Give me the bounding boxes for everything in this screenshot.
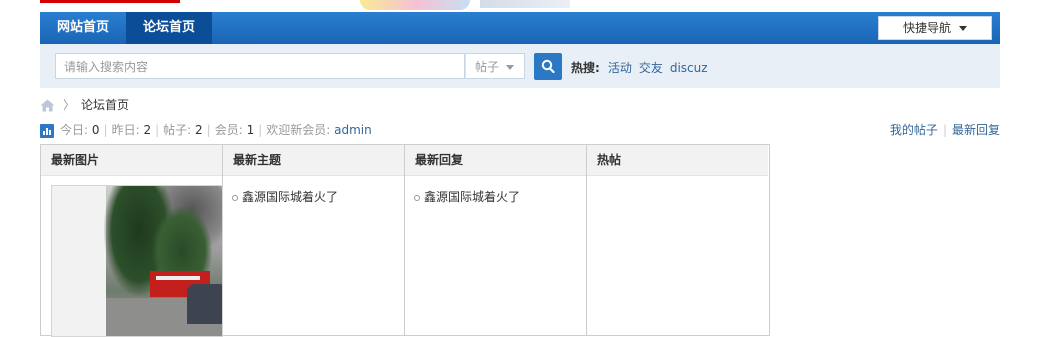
column-title: 热帖: [587, 145, 768, 176]
home-icon[interactable]: [40, 99, 55, 112]
column-title: 最新图片: [41, 145, 222, 176]
stats-posts-value: 2: [195, 123, 203, 137]
portal-grid: 最新图片 最新主题 鑫源国际城着火了 最新回复 鑫源国际城着火了 热帖: [40, 144, 770, 337]
nav-item-forum-home[interactable]: 论坛首页: [126, 12, 212, 44]
quick-nav-button[interactable]: 快捷导航: [878, 16, 992, 40]
hot-search: 热搜: 活动 交友 discuz: [571, 59, 715, 76]
stats-today-value: 0: [91, 123, 100, 137]
quick-nav-label: 快捷导航: [902, 21, 951, 35]
user-links: 我的帖子 | 最新回复: [889, 123, 1000, 137]
breadcrumb-current: 论坛首页: [81, 98, 130, 112]
caret-down-icon: [959, 26, 967, 31]
breadcrumb: 〉论坛首页: [40, 96, 129, 114]
hot-search-label: 热搜:: [571, 61, 600, 75]
logo-strip: [40, 0, 180, 3]
search-bar: 请输入搜索内容 帖子 热搜: 活动 交友 discuz: [40, 44, 1000, 88]
breadcrumb-separator: 〉: [63, 98, 76, 112]
latest-replies-link[interactable]: 最新回复: [952, 123, 1000, 137]
stats-posts-label: 帖子:: [163, 123, 192, 137]
hot-search-term[interactable]: 交友: [639, 61, 663, 75]
column-title: 最新回复: [405, 145, 586, 176]
search-input[interactable]: 请输入搜索内容: [55, 53, 465, 79]
latest-threads-column: 最新主题 鑫源国际城着火了: [223, 145, 405, 335]
main-nav: 网站首页 论坛首页 快捷导航: [40, 12, 1000, 45]
latest-images-column: 最新图片: [41, 145, 223, 337]
stats-chart-icon: [40, 123, 54, 138]
forum-stats: 今日: 0 | 昨日: 2 | 帖子: 2 | 会员: 1 | 欢迎新会员: admin: [40, 122, 372, 138]
my-posts-link[interactable]: 我的帖子: [890, 123, 938, 137]
column-title: 最新主题: [223, 145, 404, 176]
banner-decoration-secondary: [480, 0, 570, 8]
hot-search-term[interactable]: discuz: [670, 61, 708, 75]
search-icon: [541, 59, 555, 74]
search-button[interactable]: [534, 53, 562, 80]
search-type-select[interactable]: 帖子: [465, 53, 525, 79]
dropdown-arrow-icon: [506, 65, 514, 70]
stats-yesterday-label: 昨日:: [111, 123, 140, 137]
latest-replies-column: 最新回复 鑫源国际城着火了: [405, 145, 587, 335]
banner-decoration: [360, 0, 470, 10]
reply-thread-link[interactable]: 鑫源国际城着火了: [414, 187, 586, 207]
search-type-value: 帖子: [475, 60, 500, 74]
top-banner: [0, 0, 1044, 12]
thread-link[interactable]: 鑫源国际城着火了: [232, 187, 404, 207]
newest-member-link[interactable]: admin: [334, 123, 372, 137]
stats-members-value: 1: [246, 123, 255, 137]
latest-image-thumbnail[interactable]: [51, 185, 223, 337]
nav-item-site-home[interactable]: 网站首页: [40, 12, 126, 44]
stats-today-label: 今日:: [60, 123, 89, 137]
hot-search-term[interactable]: 活动: [608, 61, 632, 75]
stats-members-label: 会员:: [214, 123, 243, 137]
stats-yesterday-value: 2: [143, 123, 152, 137]
hot-threads-column: 热帖: [587, 145, 768, 335]
stats-welcome-label: 欢迎新会员:: [266, 123, 331, 137]
